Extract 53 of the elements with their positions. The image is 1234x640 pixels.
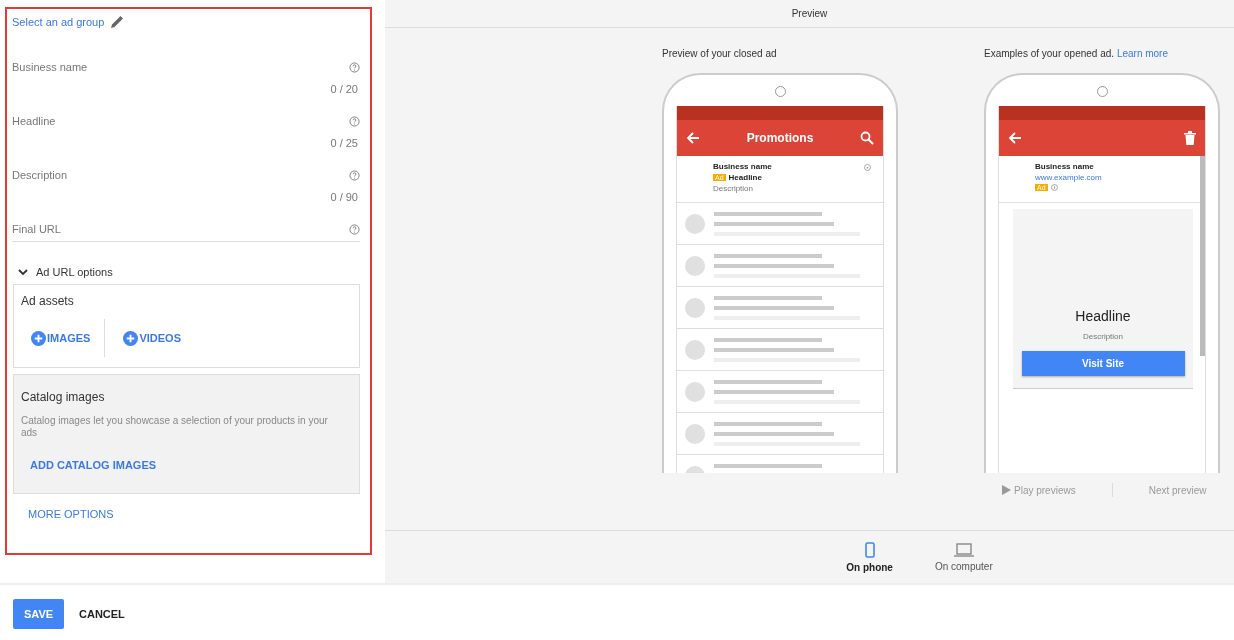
help-icon[interactable]	[349, 223, 360, 235]
card-title: Catalog images	[21, 390, 105, 404]
pencil-icon[interactable]	[110, 15, 125, 29]
card-title: Ad assets	[21, 294, 74, 308]
help-icon[interactable]	[349, 61, 360, 73]
business-name: Business name	[1035, 162, 1094, 171]
play-previews-button[interactable]: Play previews	[1002, 484, 1076, 496]
add-asset-button[interactable]: IMAGES	[31, 330, 91, 346]
ad-url: www.example.com	[1035, 173, 1102, 182]
business-name: Business name	[713, 162, 772, 171]
laptop-icon	[953, 542, 974, 557]
learn-more-link[interactable]: Learn more	[1116, 48, 1168, 59]
field-label: Headline	[12, 115, 56, 127]
device-tab[interactable]: On computer	[928, 541, 999, 573]
chevron-down-icon[interactable]	[18, 268, 28, 276]
card-headline: Headline	[1075, 308, 1131, 324]
field-label: Business name	[12, 61, 88, 73]
card-description: Description	[1083, 332, 1123, 341]
ad-headline: Headline	[728, 173, 762, 182]
play-icon	[1002, 485, 1011, 495]
info-icon	[1050, 184, 1058, 191]
trash-icon	[1184, 131, 1196, 145]
app-title: Promotions	[746, 131, 814, 145]
cancel-button[interactable]: CANCEL	[79, 608, 125, 620]
select-ad-group-link[interactable]: Select an ad group	[12, 16, 105, 28]
info-icon	[864, 164, 871, 171]
save-button[interactable]: SAVE	[13, 599, 64, 629]
add-catalog-images-button[interactable]: ADD CATALOG IMAGES	[30, 459, 157, 471]
back-arrow-icon	[1008, 131, 1022, 145]
help-icon[interactable]	[349, 115, 360, 127]
character-counter: 0 / 20	[330, 83, 358, 95]
url-input-field[interactable]: Final URL	[12, 223, 360, 242]
preview-caption: Examples of your opened ad. Learn more	[984, 48, 1169, 59]
url-options-toggle[interactable]: Ad URL options	[36, 266, 113, 278]
plus-icon	[123, 330, 139, 346]
phone-icon	[864, 541, 875, 558]
plus-icon	[31, 330, 46, 346]
more-options-button[interactable]: MORE OPTIONS	[28, 508, 360, 520]
character-counter: 0 / 25	[330, 137, 358, 149]
catalog-description: Catalog images let you showcase a selection of your products in your ads	[21, 415, 329, 439]
visit-site-button[interactable]: Visit Site	[1021, 351, 1185, 376]
back-arrow-icon	[686, 131, 700, 145]
device-tab[interactable]: On phone	[840, 540, 899, 574]
search-icon	[860, 131, 874, 145]
add-asset-button[interactable]: VIDEOS	[123, 330, 181, 346]
preview-caption: Preview of your closed ad	[662, 48, 778, 59]
field-label: Description	[12, 169, 68, 181]
ad-description: Description	[713, 184, 753, 193]
field-label: Final URL	[12, 223, 61, 235]
help-icon[interactable]	[349, 169, 360, 181]
preview-title: Preview	[385, 0, 1234, 28]
character-counter: 0 / 90	[330, 191, 358, 203]
next-preview-button[interactable]: Next preview	[1148, 484, 1207, 496]
